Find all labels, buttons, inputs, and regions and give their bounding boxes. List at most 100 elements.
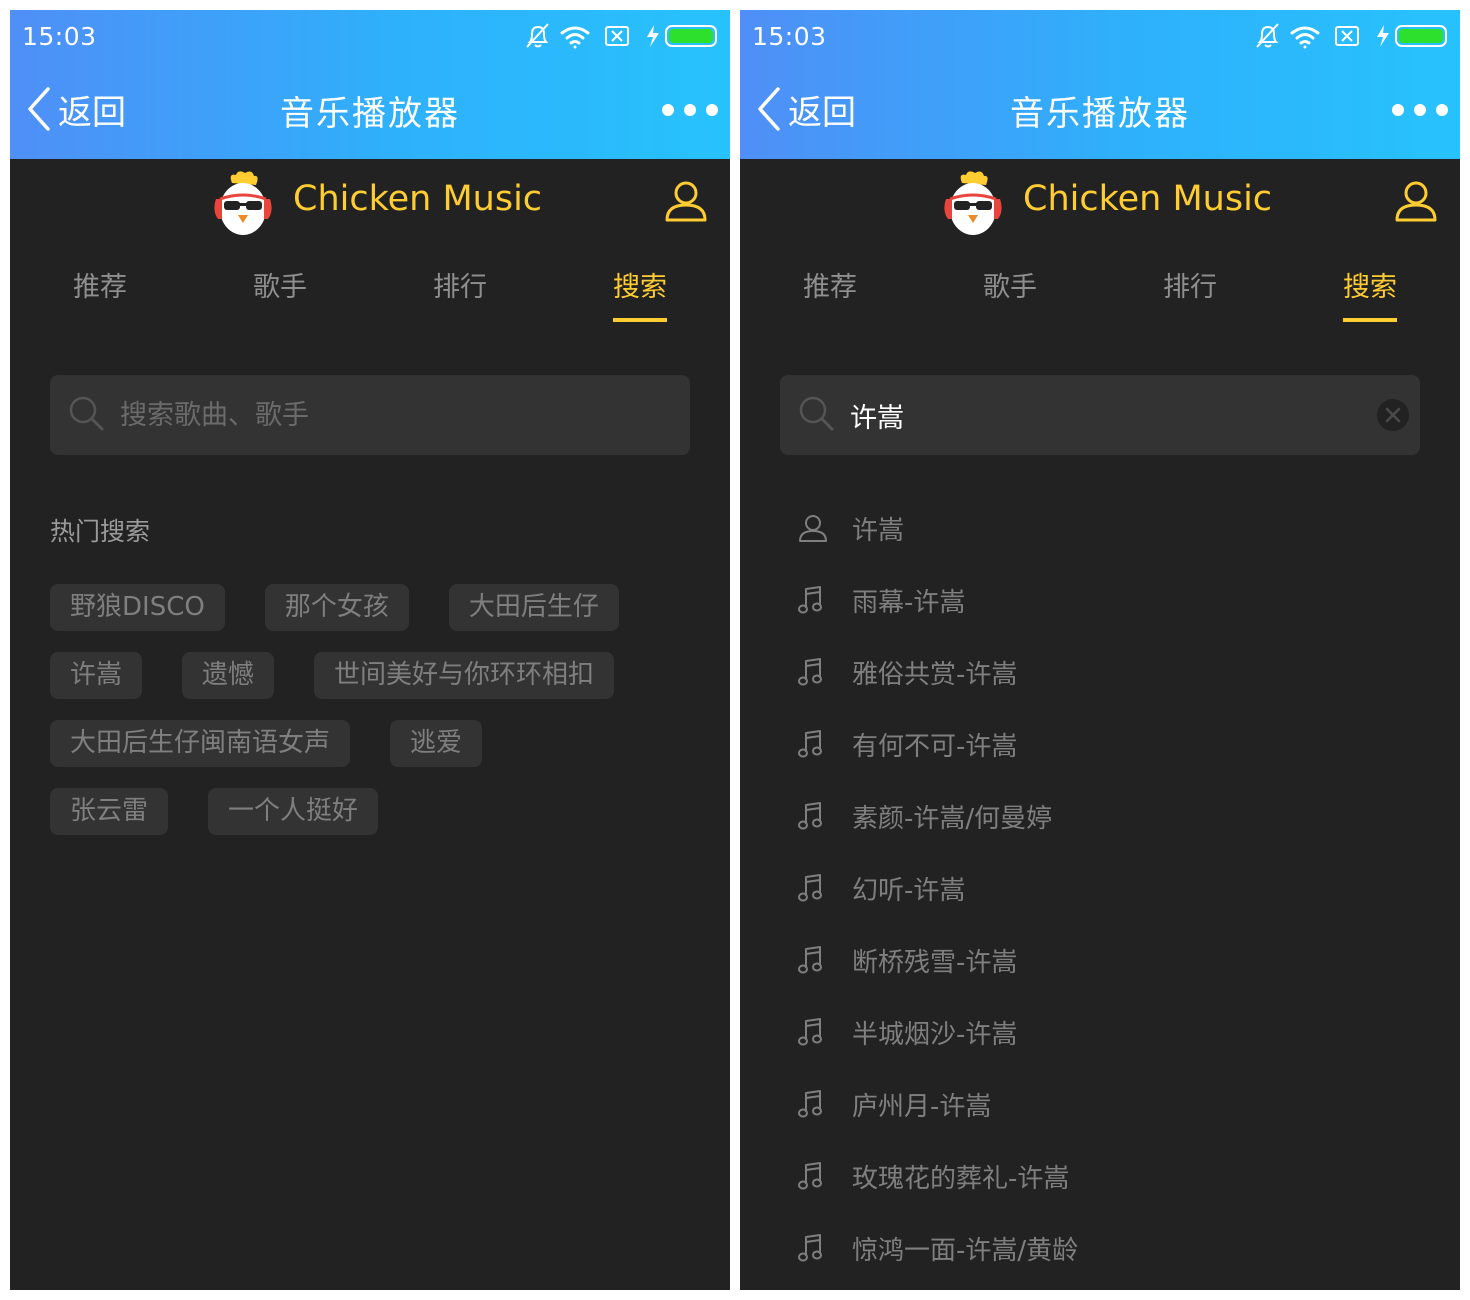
search-icon: [69, 396, 104, 431]
wifi-icon: [1290, 26, 1320, 49]
search-box: [50, 375, 690, 455]
brand-name: Chicken Music: [293, 179, 543, 219]
suggestion-song-item[interactable]: 雅俗共赏-许嵩: [780, 636, 1420, 708]
search-icon: [799, 396, 834, 431]
hot-search-tag[interactable]: 许嵩: [50, 652, 143, 699]
music-note-icon: [780, 996, 852, 1068]
hot-search-tag[interactable]: 野狼DISCO: [50, 584, 225, 631]
hot-search-tag[interactable]: 世间美好与你环环相扣: [314, 652, 615, 699]
silent-bell-icon: [526, 23, 549, 48]
brand-name: Chicken Music: [1023, 179, 1273, 219]
tab-label: 推荐: [803, 272, 857, 303]
search-box: [780, 375, 1420, 455]
suggestion-song-item[interactable]: 玫瑰花的葬礼-许嵩: [780, 1140, 1420, 1212]
app-titlebar: 15:03 返回 音乐播放器: [740, 10, 1460, 159]
search-input[interactable]: [120, 375, 640, 455]
hot-search-tag[interactable]: 遗憾: [182, 652, 275, 699]
tab-label: 排行: [1163, 272, 1217, 303]
more-dot: [684, 104, 696, 116]
chicken-logo-icon: [214, 171, 272, 235]
suggestion-text: 雨幕-许嵩: [852, 587, 966, 618]
suggestion-song-item[interactable]: 有何不可-许嵩: [780, 708, 1420, 780]
user-center-button[interactable]: [1394, 179, 1438, 223]
more-button[interactable]: [662, 96, 718, 124]
suggestion-text: 断桥残雪-许嵩: [852, 947, 1018, 978]
app-titlebar: 15:03 返回 音乐播放器: [10, 10, 730, 159]
hot-search-row: 许嵩 遗憾 世间美好与你环环相扣: [50, 652, 615, 699]
hot-search-tag[interactable]: 大田后生仔: [448, 584, 619, 631]
user-icon: [1395, 181, 1437, 222]
battery-icon: [1395, 25, 1447, 47]
more-dot: [662, 104, 674, 116]
suggestion-text: 许嵩: [852, 515, 905, 546]
hot-search-tag[interactable]: 一个人挺好: [208, 788, 379, 835]
tab-label: 推荐: [73, 272, 127, 303]
clear-search-button[interactable]: [1376, 398, 1410, 432]
hot-search-tag[interactable]: 逃爱: [390, 720, 483, 767]
tab-singer[interactable]: 歌手: [190, 265, 370, 335]
music-note-icon: [780, 708, 852, 780]
search-suggestion-list: 许嵩雨幕-许嵩雅俗共赏-许嵩 有何不可-许嵩素颜-许嵩/何曼婷幻听-许嵩断桥残雪-…: [780, 492, 1420, 1284]
user-icon: [665, 181, 707, 222]
back-button[interactable]: 返回: [756, 84, 856, 134]
tab-label: 歌手: [983, 272, 1037, 303]
status-time: 15:03: [752, 22, 827, 51]
suggestion-singer-item[interactable]: 许嵩: [780, 492, 1420, 564]
charging-icon: [1377, 25, 1389, 47]
tab-search[interactable]: 搜索: [550, 265, 730, 335]
suggestion-song-item[interactable]: 惊鸿一面-许嵩/黄龄: [780, 1212, 1420, 1284]
status-time: 15:03: [22, 22, 97, 51]
hot-search-row: 张云雷 一个人挺好: [50, 788, 379, 835]
close-circle-icon: [1377, 399, 1409, 431]
hot-search-tag[interactable]: 张云雷: [50, 788, 169, 835]
music-note-icon: [780, 564, 852, 636]
tab-bar: 推荐 歌手 排行 搜索: [10, 265, 730, 335]
music-note-icon: [780, 852, 852, 924]
tab-label: 搜索: [613, 265, 667, 322]
chevron-left-icon: [28, 87, 50, 131]
music-note-icon: [780, 1068, 852, 1140]
user-center-button[interactable]: [664, 179, 708, 223]
hot-search-row: 大田后生仔闽南语女声 逃爱: [50, 720, 483, 767]
more-dot: [706, 104, 718, 116]
suggestion-song-item[interactable]: 幻听-许嵩: [780, 852, 1420, 924]
music-note-icon: [780, 1140, 852, 1212]
suggestion-song-item[interactable]: 断桥残雪-许嵩: [780, 924, 1420, 996]
more-dot: [1414, 104, 1426, 116]
suggestion-text: 幻听-许嵩: [852, 875, 966, 906]
sim-off-icon: [605, 26, 629, 46]
tab-recommend[interactable]: 推荐: [740, 265, 920, 335]
suggestion-text: 雅俗共赏-许嵩: [852, 659, 1018, 690]
suggestion-text: 玫瑰花的葬礼-许嵩: [852, 1163, 1070, 1194]
screen-search-results: 15:03 返回 音乐播放器 Chicken Music 推荐 歌手 排行 搜索…: [740, 10, 1460, 1290]
status-icons: [1254, 22, 1450, 50]
tab-rank[interactable]: 排行: [370, 265, 550, 335]
music-note-icon: [780, 780, 852, 852]
suggestion-song-item[interactable]: 雨幕-许嵩: [780, 564, 1420, 636]
suggestion-text: 半城烟沙-许嵩: [852, 1019, 1018, 1050]
back-label: 返回: [58, 92, 126, 133]
suggestion-song-item[interactable]: 庐州月-许嵩: [780, 1068, 1420, 1140]
suggestion-text: 庐州月-许嵩: [852, 1091, 992, 1122]
tab-bar: 推荐 歌手 排行 搜索: [740, 265, 1460, 335]
more-button[interactable]: [1392, 96, 1448, 124]
music-note-icon: [780, 636, 852, 708]
suggestion-text: 有何不可-许嵩: [852, 731, 1018, 762]
hot-search-tag[interactable]: 那个女孩: [264, 584, 409, 631]
chevron-left-icon: [758, 87, 780, 131]
charging-icon: [647, 25, 659, 47]
tab-rank[interactable]: 排行: [1100, 265, 1280, 335]
suggestion-song-item[interactable]: 半城烟沙-许嵩: [780, 996, 1420, 1068]
more-dot: [1436, 104, 1448, 116]
back-button[interactable]: 返回: [26, 84, 126, 134]
hot-search-tag[interactable]: 大田后生仔闽南语女声: [50, 720, 351, 767]
suggestion-song-item[interactable]: 素颜-许嵩/何曼婷: [780, 780, 1420, 852]
search-input[interactable]: [850, 375, 1370, 455]
suggestion-text: 惊鸿一面-许嵩/黄龄: [852, 1235, 1079, 1266]
tab-singer[interactable]: 歌手: [920, 265, 1100, 335]
back-label: 返回: [788, 92, 856, 133]
app-header: Chicken Music: [10, 159, 730, 249]
tab-recommend[interactable]: 推荐: [10, 265, 190, 335]
tab-search[interactable]: 搜索: [1280, 265, 1460, 335]
status-icons: [524, 22, 720, 50]
